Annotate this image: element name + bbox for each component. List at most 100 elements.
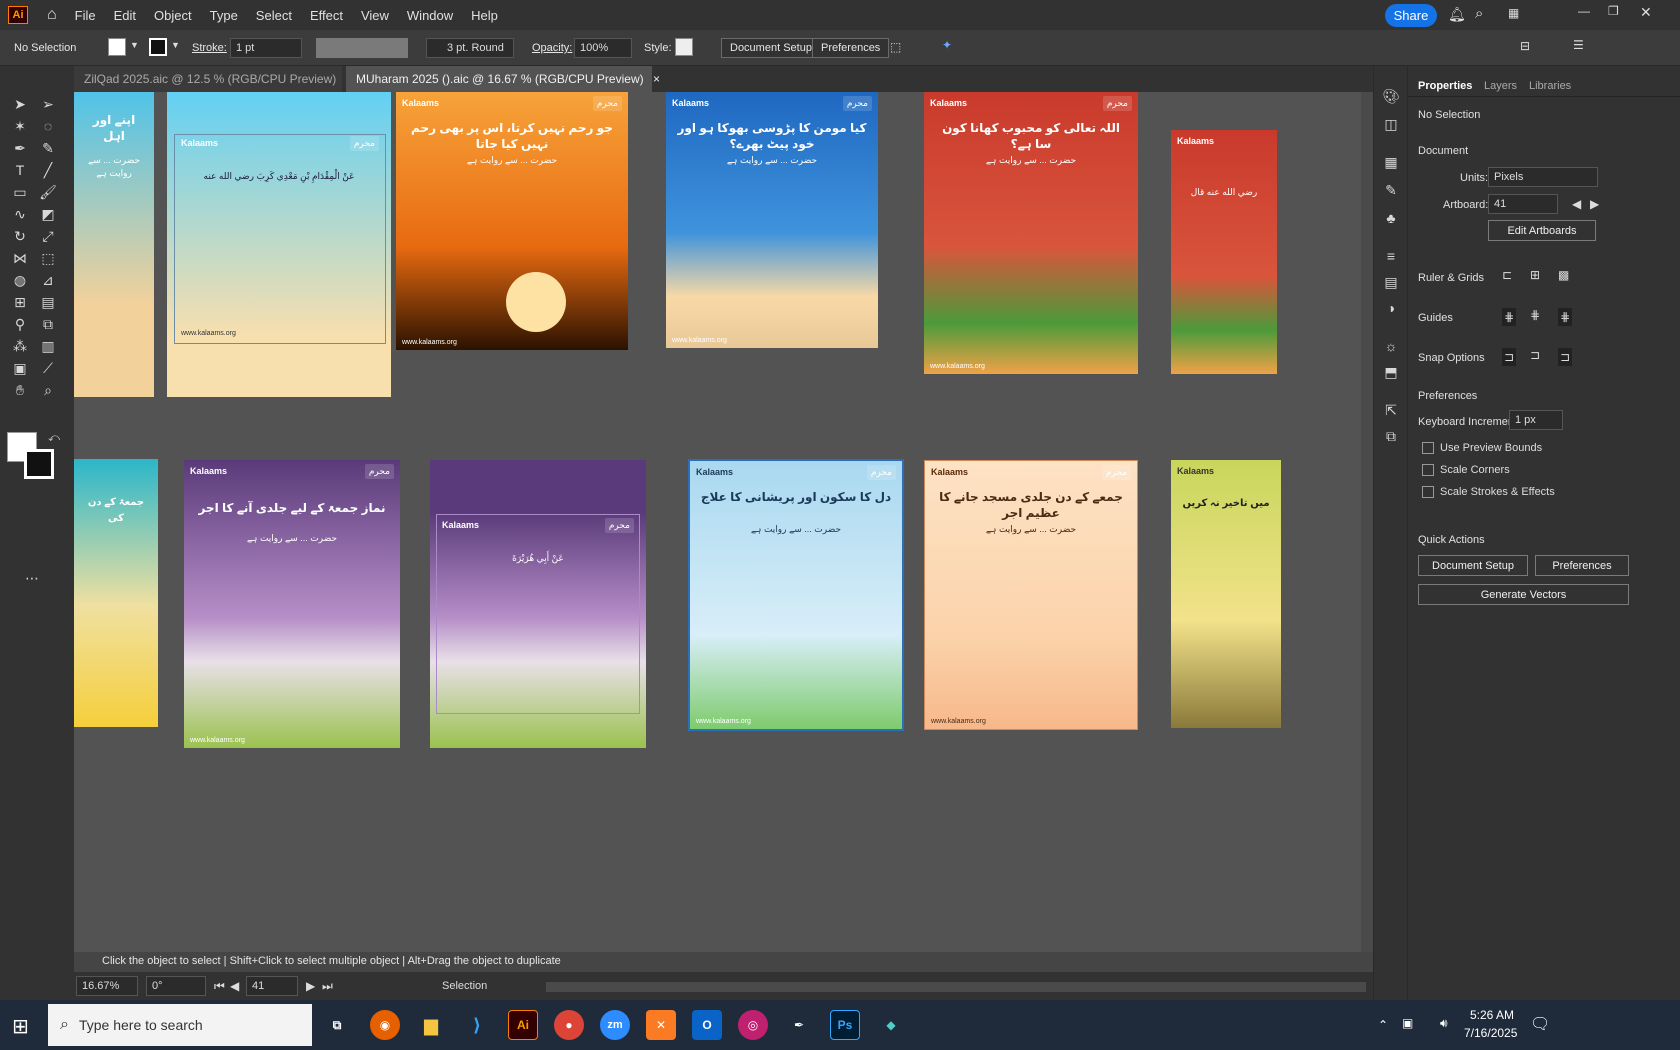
document-setup-button[interactable]: Document Setup xyxy=(721,38,821,58)
bell-icon[interactable]: 🔔︎ xyxy=(1448,6,1466,23)
artboard-10[interactable]: Kalaams محرم دل کا سکون اور پریشانی کا ع… xyxy=(688,459,904,731)
tray-network-icon[interactable]: ▣ xyxy=(1402,1016,1413,1030)
tab-libraries[interactable]: Libraries xyxy=(1529,80,1571,92)
direct-selection-tool-icon[interactable]: ➢ xyxy=(38,94,58,114)
preferences-button[interactable]: Preferences xyxy=(1535,555,1629,576)
close-icon[interactable]: ✕ xyxy=(1640,4,1652,21)
column-graph-tool-icon[interactable]: ▥ xyxy=(38,336,58,356)
menu-window[interactable]: Window xyxy=(398,8,462,23)
arrange-icon[interactable]: ▦ xyxy=(1508,6,1519,20)
swatches-icon[interactable]: ▦ xyxy=(1381,152,1401,172)
snap-pixel-icon[interactable]: ⊐ xyxy=(1558,348,1573,366)
checkbox-box[interactable] xyxy=(1422,486,1434,498)
menu-object[interactable]: Object xyxy=(145,8,201,23)
artboard-tool-icon[interactable]: ▣ xyxy=(10,358,30,378)
rotation-select[interactable]: 0° xyxy=(146,976,206,996)
symbol-sprayer-tool-icon[interactable]: ⁂ xyxy=(10,336,30,356)
menu-icon[interactable]: ☰ xyxy=(1573,38,1584,52)
creative-cloud-icon[interactable]: ◎ xyxy=(738,1010,768,1040)
tab-muharam[interactable]: MUharam 2025 ().aic @ 16.67 % (RGB/CPU P… xyxy=(346,66,660,92)
last-artboard-icon[interactable]: ⏭ xyxy=(322,979,333,994)
tab-properties[interactable]: Properties xyxy=(1418,80,1472,92)
smart-guides-icon[interactable]: ⋕ xyxy=(1558,308,1573,326)
chevron-down-icon[interactable]: ▼ xyxy=(171,40,180,50)
inkscape-icon[interactable]: ✒ xyxy=(784,1010,814,1040)
horizontal-scrollbar[interactable] xyxy=(546,982,1366,992)
stroke-weight-input[interactable]: 1 pt xyxy=(230,38,302,58)
canvas[interactable]: اپنے اور اہل حضرت ... سے روایت ہے Kalaam… xyxy=(74,92,1373,972)
artboard-4[interactable]: Kalaams محرم کیا مومن کا پڑوسی بھوکا ہو … xyxy=(666,92,878,348)
color-panel-icon[interactable]: 🎨︎ xyxy=(1381,86,1401,106)
minimize-icon[interactable]: — xyxy=(1578,4,1590,18)
zoom-tool-icon[interactable]: ⌕ xyxy=(38,380,58,400)
export-icon[interactable]: ⇱ xyxy=(1381,400,1401,420)
transparency-icon[interactable]: ◑ xyxy=(1381,298,1401,318)
artboard-7[interactable]: جمعۃ کے دن کی xyxy=(74,459,158,727)
artboards-panel-icon[interactable]: ⧉ xyxy=(1381,426,1401,446)
outlook-icon[interactable]: O xyxy=(692,1010,722,1040)
snap-grid-icon[interactable]: ⊐ xyxy=(1530,348,1540,362)
tray-chevron-icon[interactable]: ⌃ xyxy=(1378,1018,1388,1032)
taskbar-search[interactable]: ⌕ Type here to search xyxy=(48,1004,312,1046)
keyboard-increment-input[interactable]: 1 px xyxy=(1509,410,1563,430)
graphic-styles-icon[interactable]: ⬒ xyxy=(1381,362,1401,382)
scale-tool-icon[interactable]: ⤢ xyxy=(38,226,58,246)
home-icon[interactable]: ⌂ xyxy=(38,6,66,24)
magic-wand-tool-icon[interactable]: ✶ xyxy=(10,116,30,136)
prev-artboard-icon[interactable]: ◀ xyxy=(1572,197,1581,211)
artboard-1[interactable]: اپنے اور اہل حضرت ... سے روایت ہے xyxy=(74,92,154,397)
snap-point-icon[interactable]: ⊐ xyxy=(1502,348,1517,366)
artboard-6[interactable]: Kalaams رضي الله عنه قال xyxy=(1171,130,1277,374)
artboard-3[interactable]: Kalaams محرم جو رحم نہیں کرتا، اس پر بھی… xyxy=(396,92,628,350)
artboard-5[interactable]: Kalaams محرم اللہ تعالی کو محبوب کھانا ک… xyxy=(924,92,1138,374)
artboard-12[interactable]: Kalaams میں تاخیر نہ کریں xyxy=(1171,460,1281,728)
use-preview-bounds-checkbox[interactable]: Use Preview Bounds xyxy=(1422,442,1542,454)
firefox-icon[interactable]: ◉ xyxy=(370,1010,400,1040)
clock-date[interactable]: 7/16/2025 xyxy=(1464,1026,1517,1040)
symbols-icon[interactable]: ♣ xyxy=(1381,208,1401,228)
windows-start-icon[interactable]: ⊞ xyxy=(12,1014,29,1039)
swap-colors-icon[interactable]: ⤺ xyxy=(44,428,64,448)
scale-strokes-checkbox[interactable]: Scale Strokes & Effects xyxy=(1422,486,1555,498)
zoom-app-icon[interactable]: zm xyxy=(600,1010,630,1040)
artboard-9[interactable]: Kalaams محرم عَنْ أَبِي هُرَيْرَةَ xyxy=(430,460,646,748)
share-button[interactable]: Share xyxy=(1385,4,1437,27)
menu-help[interactable]: Help xyxy=(462,8,507,23)
fill-swatch[interactable] xyxy=(108,38,126,56)
color-guide-icon[interactable]: ◫ xyxy=(1381,114,1401,134)
chevron-down-icon[interactable]: ▼ xyxy=(130,40,139,50)
pen-tool-icon[interactable]: ✒ xyxy=(10,138,30,158)
gradient-panel-icon[interactable]: ▤ xyxy=(1381,272,1401,292)
restore-icon[interactable]: ❐ xyxy=(1608,4,1619,18)
checkbox-box[interactable] xyxy=(1422,442,1434,454)
artboard-11[interactable]: Kalaams محرم جمعے کے دن جلدی مسجد جانے ک… xyxy=(924,460,1138,730)
line-tool-icon[interactable]: ╱ xyxy=(38,160,58,180)
transparency-grid-icon[interactable]: ▩ xyxy=(1558,268,1569,282)
checkbox-box[interactable] xyxy=(1422,464,1434,476)
stroke-panel-icon[interactable]: ≡ xyxy=(1381,246,1401,266)
appearance-icon[interactable]: ☼ xyxy=(1381,336,1401,356)
mesh-tool-icon[interactable]: ⊞ xyxy=(10,292,30,312)
vertical-scrollbar[interactable] xyxy=(1361,92,1373,952)
rulers-icon[interactable]: ⊏ xyxy=(1502,268,1512,282)
stroke-color-box[interactable] xyxy=(24,449,54,479)
next-artboard-icon[interactable]: ▶ xyxy=(306,979,315,993)
artboard-8[interactable]: Kalaams محرم نماز جمعۃ کے لیے جلدی آنے ک… xyxy=(184,460,400,748)
vscode-icon[interactable]: ⟩ xyxy=(462,1010,492,1040)
edit-artboards-button[interactable]: Edit Artboards xyxy=(1488,220,1596,241)
more-tools-icon[interactable]: ⋯ xyxy=(22,568,42,588)
eraser-tool-icon[interactable]: ◩ xyxy=(38,204,58,224)
selection-tool-icon[interactable]: ➤ xyxy=(10,94,30,114)
file-explorer-icon[interactable]: ▆ xyxy=(416,1010,446,1040)
prev-artboard-icon[interactable]: ◀ xyxy=(230,979,239,993)
guides-icon[interactable]: ⋕ xyxy=(1502,308,1517,326)
menu-effect[interactable]: Effect xyxy=(301,8,352,23)
notifications-icon[interactable]: 🗨︎ xyxy=(1530,1014,1550,1034)
free-transform-tool-icon[interactable]: ⬚ xyxy=(38,248,58,268)
shaper-tool-icon[interactable]: ∿ xyxy=(10,204,30,224)
next-artboard-icon[interactable]: ▶ xyxy=(1590,197,1599,211)
blend-tool-icon[interactable]: ⧉ xyxy=(38,314,58,334)
slice-tool-icon[interactable]: ⟋ xyxy=(38,358,58,378)
artboard-number-select[interactable]: 41 xyxy=(246,976,298,996)
stroke-swatch[interactable] xyxy=(149,38,167,56)
